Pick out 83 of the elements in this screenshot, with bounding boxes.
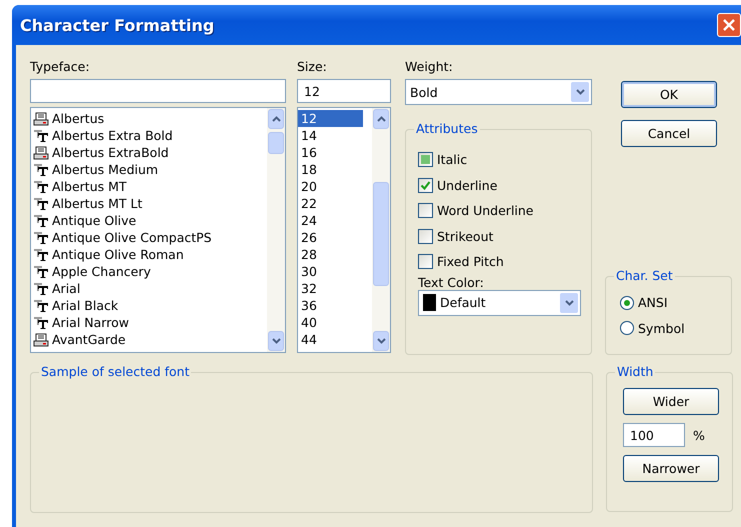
typeface-field[interactable] <box>30 79 286 103</box>
scroll-thumb[interactable] <box>373 182 389 286</box>
truetype-icon <box>33 196 49 210</box>
font-list-item[interactable]: Albertus <box>31 110 267 127</box>
size-list-item[interactable]: 12 <box>298 110 363 127</box>
weight-dropdown[interactable]: Bold <box>405 79 592 105</box>
truetype-icon <box>33 248 49 262</box>
size-list-item[interactable]: 36 <box>298 297 363 314</box>
size-list-item[interactable]: 24 <box>298 212 363 229</box>
checkbox-label: Underline <box>437 178 498 193</box>
font-list-item[interactable]: Albertus Medium <box>31 161 267 178</box>
printer-icon <box>33 332 49 346</box>
checkbox-label: Word Underline <box>437 203 534 218</box>
checkbox-label: Strikeout <box>437 228 494 244</box>
printer-icon <box>33 112 49 126</box>
size-list-item[interactable]: 16 <box>298 144 363 161</box>
text-color-label: Text Color: <box>418 274 484 290</box>
size-list-item[interactable]: 40 <box>298 314 363 331</box>
text-color-dropdown[interactable]: Default <box>418 290 581 316</box>
radio-label: ANSI <box>638 295 668 310</box>
group-title: Width <box>615 364 656 379</box>
weight-label: Weight: <box>405 59 454 76</box>
font-list-item[interactable]: AvantGarde <box>31 331 267 348</box>
radio-button[interactable] <box>620 321 634 336</box>
size-field[interactable]: 12 <box>297 79 391 103</box>
truetype-icon <box>33 230 49 244</box>
font-list-item[interactable]: Antique Olive <box>31 212 267 229</box>
printer-icon <box>33 146 49 160</box>
font-list-item[interactable]: Arial Narrow <box>31 314 267 331</box>
truetype-icon <box>33 214 49 228</box>
scrollbar[interactable] <box>372 108 390 352</box>
size-list-item[interactable]: 30 <box>298 263 363 280</box>
width-field[interactable]: 100 <box>623 423 685 447</box>
close-button[interactable] <box>717 13 741 37</box>
close-icon <box>722 18 736 32</box>
size-list-item[interactable]: 32 <box>298 280 363 297</box>
font-list-item[interactable]: Arial <box>31 280 267 297</box>
group-title: Char. Set <box>614 268 675 283</box>
size-list-item[interactable]: 14 <box>298 127 363 144</box>
checkbox[interactable] <box>418 178 433 193</box>
group-title: Sample of selected font <box>39 364 192 379</box>
size-list-item[interactable]: 22 <box>298 195 363 212</box>
truetype-icon <box>33 180 49 194</box>
size-list-item[interactable]: 28 <box>298 246 363 263</box>
chevron-down-icon <box>564 300 574 306</box>
checkbox-label: Italic <box>437 152 468 168</box>
truetype-icon <box>33 264 49 278</box>
checkbox[interactable] <box>418 228 433 244</box>
typeface-label: Typeface: <box>30 59 91 76</box>
font-list-item[interactable]: Antique Olive CompactPS <box>31 229 267 246</box>
size-list-item[interactable]: 18 <box>298 161 363 178</box>
size-list-item[interactable]: 26 <box>298 229 363 246</box>
checkbox[interactable] <box>418 254 433 270</box>
font-list-item[interactable]: Arial Black <box>31 297 267 314</box>
font-list-item[interactable]: Apple Chancery <box>31 263 267 280</box>
truetype-icon <box>33 162 49 176</box>
truetype-icon <box>33 282 49 296</box>
font-list-item[interactable]: Albertus MT <box>31 178 267 195</box>
font-list-item[interactable]: Albertus ExtraBold <box>31 144 267 161</box>
radio-label: Symbol <box>638 320 685 336</box>
dialog-button[interactable]: OK <box>621 81 717 108</box>
chevron-down-icon <box>576 89 584 95</box>
scrollbar[interactable] <box>267 108 285 352</box>
size-list-item[interactable]: 44 <box>298 331 363 348</box>
group-title: Attributes <box>414 121 480 136</box>
truetype-icon <box>33 316 49 330</box>
radio-button[interactable] <box>620 296 634 310</box>
size-label: Size: <box>297 59 328 76</box>
window-title: Character Formatting <box>20 16 214 34</box>
scroll-thumb[interactable] <box>268 132 284 154</box>
checkbox[interactable] <box>418 203 433 218</box>
narrower-button[interactable]: Narrower <box>623 455 719 482</box>
font-list-item[interactable]: Antique Olive Roman <box>31 246 267 263</box>
size-list-item[interactable]: 20 <box>298 178 363 195</box>
truetype-icon <box>33 128 49 142</box>
checkbox[interactable] <box>418 152 433 168</box>
dialog-button[interactable]: Cancel <box>621 120 717 147</box>
checkbox-label: Fixed Pitch <box>437 254 504 270</box>
wider-button[interactable]: Wider <box>623 388 719 415</box>
truetype-icon <box>33 298 49 312</box>
font-list-item[interactable]: Albertus Extra Bold <box>31 127 267 144</box>
percent-label: % <box>693 428 705 442</box>
font-list-item[interactable]: Albertus MT Lt <box>31 195 267 212</box>
